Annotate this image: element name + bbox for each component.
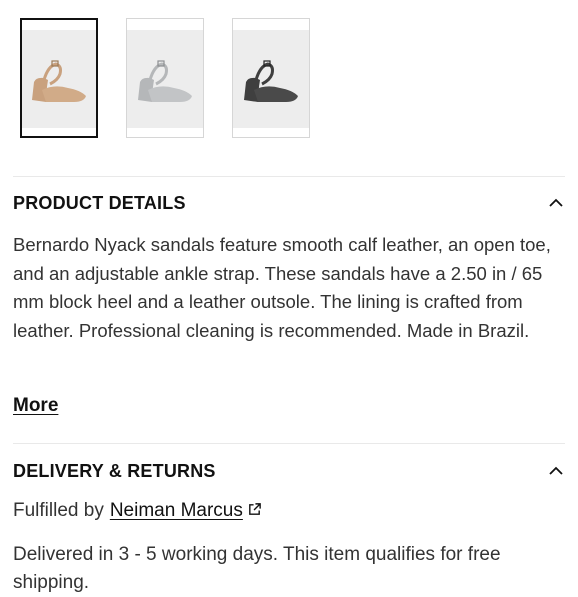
fulfilled-prefix: Fulfilled by <box>13 500 104 521</box>
neiman-marcus-link[interactable]: Neiman Marcus <box>110 500 243 522</box>
thumbnail-gallery <box>20 18 310 138</box>
delivery-returns-header[interactable]: DELIVERY & RETURNS <box>13 457 565 485</box>
product-details-title: PRODUCT DETAILS <box>13 192 186 213</box>
fulfilled-by: Fulfilled by Neiman Marcus <box>13 500 262 522</box>
product-description: Bernardo Nyack sandals feature smooth ca… <box>13 234 551 341</box>
chevron-up-icon[interactable] <box>547 462 565 480</box>
product-details-header[interactable]: PRODUCT DETAILS <box>13 189 565 217</box>
divider <box>13 443 565 444</box>
external-link-icon[interactable] <box>247 502 262 517</box>
delivery-info: Delivered in 3 - 5 working days. This it… <box>13 544 501 593</box>
chevron-up-icon[interactable] <box>547 194 565 212</box>
thumbnail-tan[interactable] <box>20 18 98 138</box>
sandal-image-light-gray <box>127 30 203 128</box>
thumbnail-light-gray[interactable] <box>126 18 204 138</box>
delivery-returns-title: DELIVERY & RETURNS <box>13 460 216 481</box>
more-link[interactable]: More <box>13 395 58 417</box>
sandal-image-dark-gray <box>233 30 309 128</box>
divider <box>13 176 565 177</box>
sandal-image-tan <box>22 30 96 128</box>
thumbnail-dark-gray[interactable] <box>232 18 310 138</box>
